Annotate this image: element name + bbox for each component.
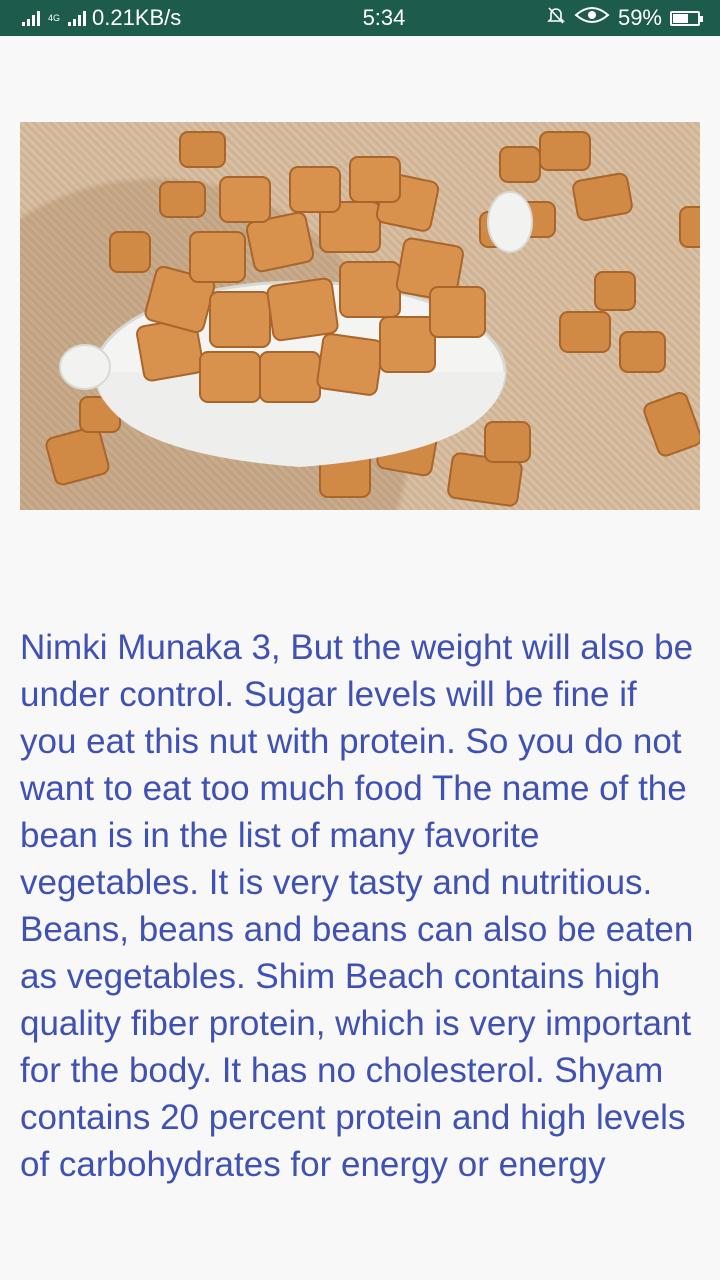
article-scroll-view[interactable]: Nimki Munaka 3, But the weight will also… — [0, 36, 720, 1260]
status-right: 59% — [546, 5, 703, 31]
status-bar: 4G 0.21KB/s 5:34 59% — [0, 0, 720, 36]
article-body-text: Nimki Munaka 3, But the weight will also… — [20, 628, 694, 1184]
snack-bowl-illustration — [45, 131, 700, 507]
status-left: 4G 0.21KB/s — [22, 5, 302, 31]
signal-icon-2 — [68, 10, 87, 26]
data-speed: 0.21KB/s — [92, 5, 182, 30]
network-type: 4G — [48, 12, 61, 23]
status-time: 5:34 — [362, 5, 406, 30]
mute-icon — [546, 5, 566, 31]
eye-icon — [574, 5, 610, 31]
battery-fill — [673, 13, 689, 23]
battery-icon — [670, 10, 703, 26]
article-image — [20, 122, 700, 510]
signal-icon — [22, 10, 40, 26]
battery-percent: 59% — [617, 5, 662, 30]
